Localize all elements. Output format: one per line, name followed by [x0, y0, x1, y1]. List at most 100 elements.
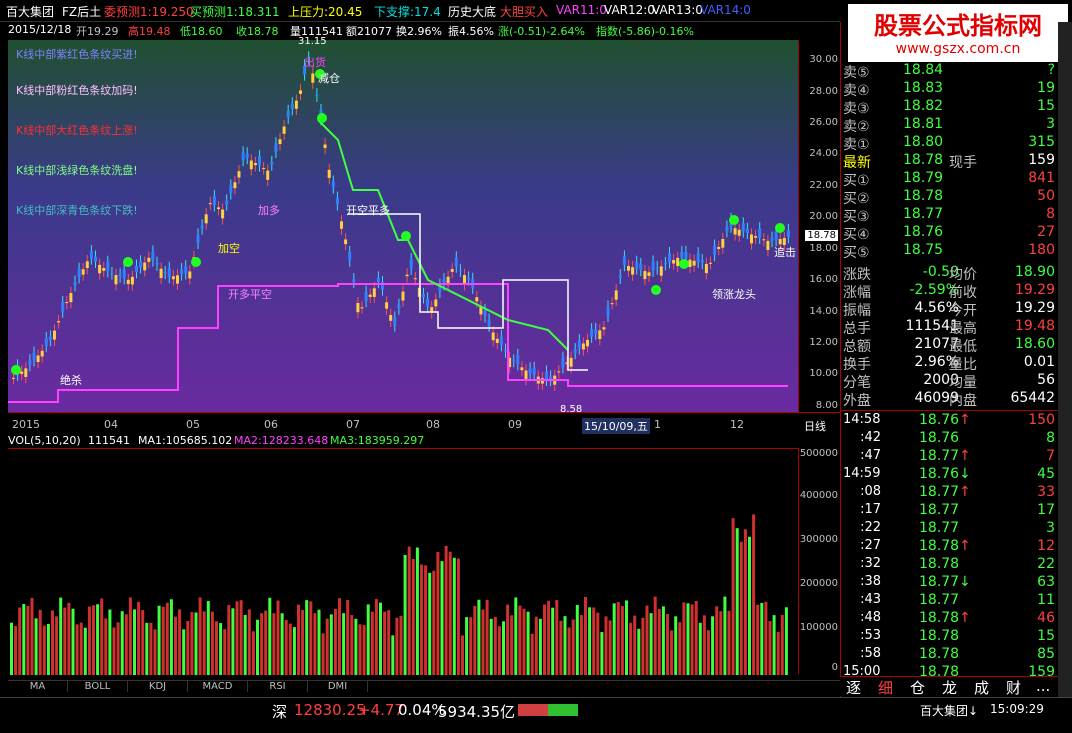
formula-name: FZ后土: [62, 5, 102, 19]
tab-trade[interactable]: 成: [974, 677, 989, 698]
market-name: 深: [272, 703, 288, 721]
volume-bar: [145, 622, 149, 675]
volume-bar: [739, 541, 743, 675]
candle-body: [32, 352, 36, 361]
tab-boll[interactable]: BOLL: [68, 681, 128, 692]
volume-bar: [399, 615, 403, 675]
tick-price: 18.78: [919, 556, 960, 572]
volume-bar: [743, 529, 747, 675]
status-stock[interactable]: 百大集团↓: [920, 702, 978, 719]
candle-body: [397, 304, 401, 309]
volume-bar: [415, 547, 419, 675]
orderbook-label: 买②: [843, 191, 870, 207]
tab-rsi[interactable]: RSI: [248, 681, 308, 692]
label-kill: 绝杀: [60, 374, 82, 387]
volume-bar: [534, 616, 538, 675]
candle-body: [159, 268, 163, 278]
tab-detail[interactable]: 细: [878, 677, 893, 698]
tab-dragon[interactable]: 龙: [942, 677, 957, 698]
price-chart[interactable]: K线中部紫红色条纹买进! K线中部粉红色条纹加码! K线中部大红色条纹上涨! K…: [8, 36, 798, 415]
candle-body: [360, 307, 364, 309]
volume-bar: [604, 616, 608, 675]
candle-body: [167, 267, 171, 277]
volume-bar: [186, 620, 190, 675]
date-tick: 04: [104, 418, 118, 431]
volume-chart[interactable]: [8, 448, 798, 675]
tick-price: 18.76: [919, 430, 960, 446]
candle-body: [737, 229, 741, 236]
candle-body: [143, 262, 147, 271]
tick-volume: 85: [1037, 646, 1055, 662]
volume-bar: [124, 614, 128, 675]
candle-body: [786, 230, 790, 238]
volume-bar: [694, 601, 698, 675]
scrollbar[interactable]: [1058, 22, 1072, 698]
stat-row: 外盘 46099 内盘 65442: [841, 390, 1059, 409]
orderbook-price: 18.75: [903, 242, 944, 258]
candle-body: [176, 275, 179, 284]
tick-volume: 22: [1037, 556, 1055, 572]
var11: VAR11:0: [556, 3, 607, 17]
tick-volume: 11: [1037, 592, 1055, 608]
support: 下支撑:17.4: [374, 5, 441, 19]
volume-bar: [477, 599, 481, 675]
volume-bar: [79, 622, 83, 675]
volume-bar: [247, 609, 251, 675]
candle-body: [709, 262, 712, 264]
tab-macd[interactable]: MACD: [188, 681, 248, 692]
tick-direction: ↑: [959, 448, 971, 464]
tab-position[interactable]: 仓: [910, 677, 925, 698]
cursor-date: 15/10/09,五: [582, 418, 650, 434]
candle-body: [151, 251, 155, 261]
candle-body: [758, 228, 762, 238]
candle-body: [266, 170, 270, 180]
volume-bar: [38, 609, 42, 675]
tab-finance[interactable]: 财: [1006, 677, 1021, 698]
tick-direction: ↑: [959, 484, 971, 500]
tab-more[interactable]: ...: [1036, 677, 1050, 695]
price-tick: 12.00: [809, 337, 838, 348]
candle-body: [594, 329, 598, 334]
volume-bar: [436, 552, 440, 675]
volume-bar: [268, 597, 272, 675]
stat-value2: 19.48: [1014, 318, 1055, 334]
tick-time: :43: [860, 592, 881, 607]
tab-kdj[interactable]: KDJ: [128, 681, 188, 692]
candle-body: [692, 260, 696, 266]
watermark-url: www.gszx.com.cn: [895, 41, 1021, 57]
volume-bar: [161, 606, 165, 675]
candle-body: [110, 273, 114, 275]
volume-bar: [215, 621, 218, 675]
volume-bar: [686, 603, 690, 675]
orderbook-row: 买⑤ 18.75 180: [841, 242, 1059, 261]
price-tick: 24.00: [809, 148, 838, 159]
period-selector[interactable]: 日线: [804, 418, 826, 434]
info-low: 低18.60: [180, 25, 223, 38]
stat-label: 涨幅: [843, 285, 871, 301]
candle-body: [426, 298, 430, 307]
volume-bar: [338, 598, 341, 675]
volume-svg: [10, 514, 788, 675]
candle-body: [663, 263, 667, 265]
tick-direction: ↓: [959, 466, 971, 482]
tab-dmi[interactable]: DMI: [308, 681, 368, 692]
orderbook-label: 买①: [843, 173, 870, 189]
tab-tick-detail[interactable]: 逐: [846, 677, 861, 698]
var14: VAR14:0: [700, 3, 751, 17]
stat-value2: 18.90: [1014, 264, 1055, 280]
volume-bar: [288, 623, 292, 675]
stat-label: 换手: [843, 357, 871, 373]
orderbook-label: 买③: [843, 209, 870, 225]
volume-bar: [42, 625, 46, 675]
legend-fall: K线中部深青色条纹下跌!: [16, 204, 138, 217]
bold-buy: 大胆买入: [500, 5, 549, 19]
orderbook-label: 买④: [843, 227, 870, 243]
label-open-long: 开多平空: [228, 288, 272, 301]
candle-body: [754, 236, 758, 238]
volume-bar: [210, 611, 214, 675]
volume-bar: [329, 614, 333, 675]
tab-ma[interactable]: MA: [8, 681, 68, 692]
candle-body: [229, 185, 233, 194]
volume-bar: [489, 618, 493, 675]
volume-bar: [432, 570, 436, 675]
